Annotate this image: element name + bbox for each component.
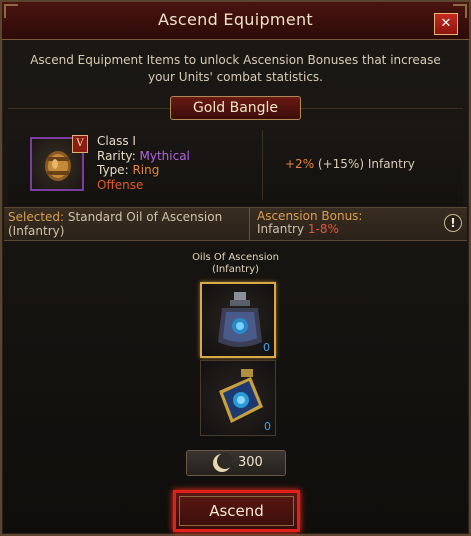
- cost-value: 300: [238, 455, 263, 470]
- selected-value: Standard Oil of Ascension: [67, 210, 223, 224]
- crescent-coin-icon: [213, 453, 232, 472]
- rarity-label: Rarity:: [97, 149, 136, 163]
- oils-title: Oils Of Ascension (Infantry): [160, 252, 311, 276]
- item-name-plate: Gold Bangle: [170, 96, 301, 120]
- description-line: your Units' combat statistics.: [147, 70, 323, 84]
- rarity-value: Mythical: [139, 149, 190, 163]
- selected-label: Selected:: [8, 210, 65, 224]
- bonus-percent: +2%: [285, 157, 315, 171]
- button-inner-border: [179, 496, 294, 526]
- oil-slot-greater[interactable]: 0: [200, 360, 276, 436]
- oil-count: 0: [264, 420, 271, 433]
- ascension-bonus: Ascension Bonus: Infantry 1-8%: [257, 210, 362, 236]
- type-label: Type:: [97, 163, 129, 177]
- item-bonus: +2% (+15%) Infantry: [285, 157, 415, 171]
- ascension-bonus-unit: Infantry: [257, 222, 305, 236]
- oils-title-line: (Infantry): [211, 264, 260, 275]
- dialog-title: Ascend Equipment: [158, 10, 313, 29]
- description-line: Ascend Equipment Items to unlock Ascensi…: [30, 53, 441, 67]
- oils-title-line: Oils Of Ascension: [192, 252, 279, 263]
- ascend-button[interactable]: Ascend: [173, 490, 300, 532]
- greater-oil-flask-icon: [219, 369, 263, 423]
- selected-value-unit: (Infantry): [8, 224, 65, 238]
- dialog-description: Ascend Equipment Items to unlock Ascensi…: [18, 52, 453, 86]
- class-badge: V: [72, 135, 88, 153]
- cost-plate: [186, 450, 286, 476]
- selected-oil: Selected: Standard Oil of Ascension (Inf…: [8, 210, 246, 238]
- item-rarity: Rarity: Mythical: [97, 149, 190, 163]
- bonus-detail: (+15%) Infantry: [317, 157, 415, 171]
- item-category: Offense: [97, 178, 144, 192]
- item-class: Class I: [97, 134, 136, 148]
- ascension-bonus-range: 1-8%: [307, 222, 339, 236]
- oil-slot-standard[interactable]: 0: [200, 282, 276, 358]
- item-type: Type: Ring: [97, 163, 159, 177]
- close-button[interactable]: ✕: [434, 13, 458, 35]
- divider: [249, 208, 250, 240]
- standard-oil-flask-icon: [218, 292, 262, 347]
- oil-count: 0: [263, 341, 270, 354]
- divider: [262, 130, 263, 200]
- type-value: Ring: [132, 163, 160, 177]
- info-icon[interactable]: !: [444, 214, 462, 232]
